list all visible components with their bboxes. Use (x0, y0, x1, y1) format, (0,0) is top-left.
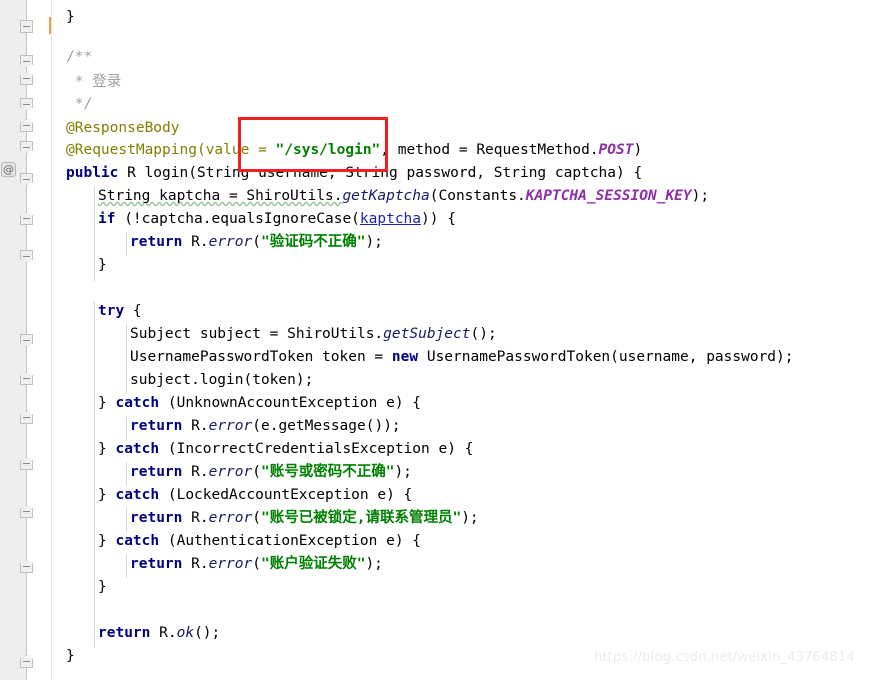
indent-guide (126, 324, 127, 394)
code-line-return-account-locked[interactable]: return R.error("账号已被锁定,请联系管理员"); (130, 506, 479, 531)
code-line-catch-unknown-account[interactable]: } catch (UnknownAccountException e) { (98, 391, 421, 416)
code-line-closing-brace-top[interactable]: } (66, 5, 75, 30)
code-content-area[interactable]: } /** * 登录 */ @ResponseBody @RequestMapp… (52, 0, 870, 680)
code-line-return-ok[interactable]: return R.ok(); (98, 621, 220, 646)
annotation-gutter-icon[interactable]: @ (1, 162, 16, 177)
indent-guide (94, 186, 95, 281)
code-line-subject[interactable]: Subject subject = ShiroUtils.getSubject(… (130, 322, 497, 347)
code-line-catch-authentication[interactable]: } catch (AuthenticationException e) { (98, 529, 421, 554)
code-line-catch-locked-account[interactable]: } catch (LockedAccountException e) { (98, 483, 412, 508)
code-line-method-close[interactable]: } (66, 644, 75, 669)
code-line-kaptcha-assignment[interactable]: String kaptcha = ShiroUtils.getKaptcha(C… (98, 184, 709, 209)
fold-marker-1[interactable] (20, 20, 33, 33)
code-line-return-get-message[interactable]: return R.error(e.getMessage()); (130, 414, 401, 439)
indent-guide (94, 301, 95, 601)
request-mapping-value-string: "/sys/login" (275, 142, 381, 158)
code-line-try-open[interactable]: try { (98, 299, 142, 324)
code-line-try-close[interactable]: } (98, 575, 107, 600)
code-line-method-signature[interactable]: public R login(String username, String p… (66, 161, 642, 186)
brace-match-marker (49, 17, 51, 34)
code-line-request-mapping-annotation[interactable]: @RequestMapping(value = "/sys/login", me… (66, 138, 642, 163)
code-line-subject-login[interactable]: subject.login(token); (130, 368, 313, 393)
csdn-watermark: https://blog.csdn.net/weixin_43764814 (594, 650, 855, 665)
code-line-return-wrong-credentials[interactable]: return R.error("账号或密码不正确"); (130, 460, 412, 485)
code-editor-screen: @ } /** * 登录 */ @ResponseBody @RequestMa… (0, 0, 870, 680)
kaptcha-parameter-link[interactable]: kaptcha (360, 211, 421, 227)
indent-guide (126, 554, 127, 578)
code-line-javadoc-open[interactable]: /** (66, 45, 92, 70)
indent-guide (94, 600, 95, 648)
code-line-token[interactable]: UsernamePasswordToken token = new Userna… (130, 345, 794, 370)
code-line-return-auth-failed[interactable]: return R.error("账户验证失败"); (130, 552, 383, 577)
code-line-catch-incorrect-credentials[interactable]: } catch (IncorrectCredentialsException e… (98, 437, 473, 462)
code-line-if-captcha[interactable]: if (!captcha.equalsIgnoreCase(kaptcha)) … (98, 207, 456, 232)
code-line-javadoc-close[interactable]: */ (66, 92, 92, 117)
code-line-return-captcha-error[interactable]: return R.error("验证码不正确"); (130, 230, 383, 255)
code-line-if-close[interactable]: } (98, 253, 107, 278)
indent-guide (126, 232, 127, 256)
